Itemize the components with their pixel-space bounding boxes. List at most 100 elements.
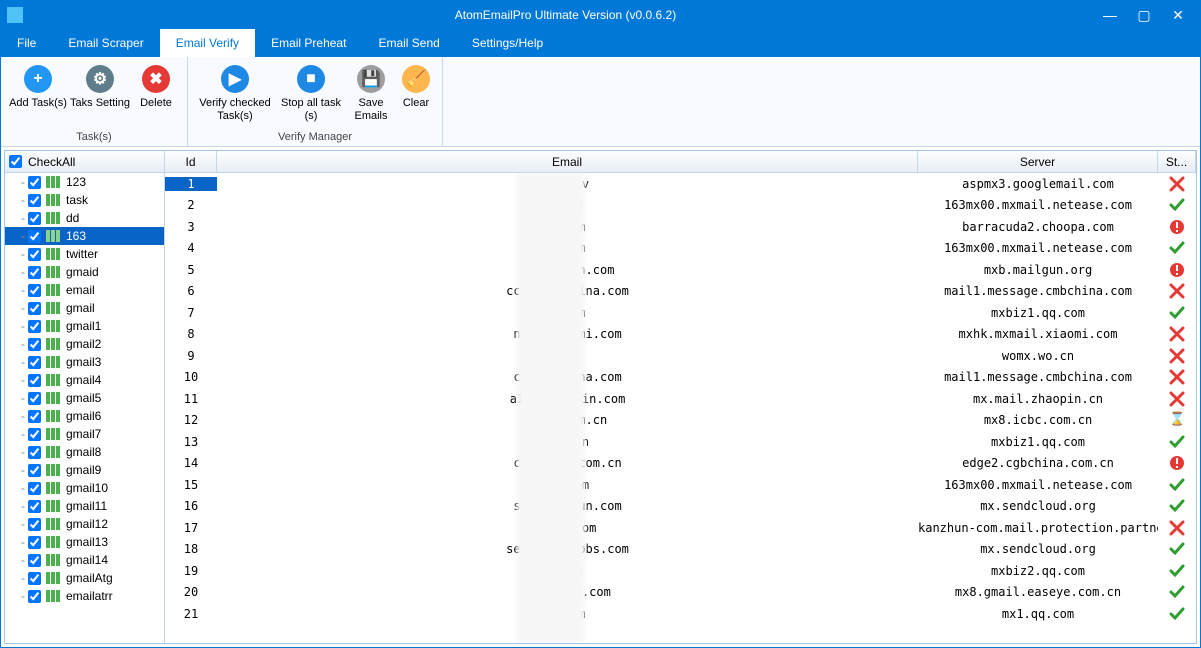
table-row[interactable]: 8nore xiaomi.commxhk.mxmail.xiaomi.com — [165, 324, 1196, 346]
ribbon-stop-all-task-s-[interactable]: ■Stop all task (s) — [276, 61, 346, 129]
table-row[interactable]: 4i.com163mx00.mxmail.netease.com — [165, 238, 1196, 260]
tree-checkbox[interactable] — [28, 500, 41, 513]
col-server[interactable]: Server — [918, 151, 1158, 172]
tree-item-gmail13[interactable]: -gmail13 — [5, 533, 164, 551]
table-row[interactable]: 20ser agou.commx8.gmail.easeye.com.cn — [165, 582, 1196, 604]
tree-checkbox[interactable] — [28, 464, 41, 477]
close-button[interactable]: ✕ — [1168, 7, 1188, 24]
table-row[interactable]: 6ccsvc mbchina.commail1.message.cmbchina… — [165, 281, 1196, 303]
table-row[interactable]: 13ing.cnmxbiz1.qq.com — [165, 431, 1196, 453]
tree-checkbox[interactable] — [28, 356, 41, 369]
table-row[interactable]: 21q.commx1.qq.com — [165, 603, 1196, 625]
cell-server: edge2.cgbchina.com.cn — [918, 456, 1158, 470]
ribbon-delete[interactable]: ✖Delete — [131, 61, 181, 129]
tree-item-gmail[interactable]: -gmail — [5, 299, 164, 317]
table-row[interactable]: 12we c.com.cnmx8.icbc.com.cn⌛ — [165, 410, 1196, 432]
tree-item-gmail4[interactable]: -gmail4 — [5, 371, 164, 389]
tree-item-gmaid[interactable]: -gmaid — [5, 263, 164, 281]
tree-checkbox[interactable] — [28, 410, 41, 423]
tree-item-dd[interactable]: -dd — [5, 209, 164, 227]
tree-checkbox[interactable] — [28, 266, 41, 279]
tree-checkbox[interactable] — [28, 248, 41, 261]
table-row[interactable]: 5pos upyun.commxb.mailgun.org — [165, 259, 1196, 281]
task-tree[interactable]: CheckAll -123-task-dd-163-twitter-gmaid-… — [5, 151, 165, 643]
menu-file[interactable]: File — [1, 29, 52, 57]
ribbon-add-task-s-[interactable]: +Add Task(s) — [7, 61, 69, 129]
tree-checkbox[interactable] — [28, 230, 41, 243]
table-row[interactable]: 1563.com163mx00.mxmail.netease.com — [165, 474, 1196, 496]
tree-checkbox[interactable] — [28, 374, 41, 387]
ribbon-save-emails[interactable]: 💾Save Emails — [346, 61, 396, 129]
tree-item-emailatrr[interactable]: -emailatrr — [5, 587, 164, 605]
tree-checkbox[interactable] — [28, 428, 41, 441]
ribbon-group-title: Task(s) — [7, 129, 181, 146]
tree-item-gmail12[interactable]: -gmail12 — [5, 515, 164, 533]
tree-item-email[interactable]: -email — [5, 281, 164, 299]
tree-item-163[interactable]: -163 — [5, 227, 164, 245]
table-row[interactable]: 11a1.s zhaopin.commx.mail.zhaopin.cn — [165, 388, 1196, 410]
table-row[interactable]: 17s un.comkanzhun-com.mail.protection.pa… — [165, 517, 1196, 539]
tree-label: gmail9 — [66, 463, 101, 477]
tree-item-gmail1[interactable]: -gmail1 — [5, 317, 164, 335]
tree-checkbox[interactable] — [28, 338, 41, 351]
tree-checkbox[interactable] — [28, 284, 41, 297]
tree-item-gmail9[interactable]: -gmail9 — [5, 461, 164, 479]
tree-checkbox[interactable] — [28, 446, 41, 459]
cell-server: barracuda2.choopa.com — [918, 220, 1158, 234]
tree-item-gmail3[interactable]: -gmail3 — [5, 353, 164, 371]
tree-item-gmail2[interactable]: -gmail2 — [5, 335, 164, 353]
table-row[interactable]: 14cred ina.com.cnedge2.cgbchina.com.cn — [165, 453, 1196, 475]
table-row[interactable]: 9.cnwomx.wo.cn — [165, 345, 1196, 367]
grid-body[interactable]: 1tch.tvaspmx3.googlemail.com2.com163mx00… — [165, 173, 1196, 643]
menu-email-verify[interactable]: Email Verify — [160, 29, 255, 57]
tree-checkbox[interactable] — [28, 536, 41, 549]
tree-item-gmail5[interactable]: -gmail5 — [5, 389, 164, 407]
tree-checkbox[interactable] — [28, 518, 41, 531]
maximize-button[interactable]: ▢ — [1134, 7, 1154, 24]
table-row[interactable]: 3r.combarracuda2.choopa.com — [165, 216, 1196, 238]
table-row[interactable]: 1tch.tvaspmx3.googlemail.com — [165, 173, 1196, 195]
table-row[interactable]: 19.commxbiz2.qq.com — [165, 560, 1196, 582]
col-email[interactable]: Email — [217, 151, 918, 172]
checkall-checkbox[interactable] — [9, 155, 22, 168]
cell-id: 7 — [165, 306, 217, 320]
menu-settings-help[interactable]: Settings/Help — [456, 29, 559, 57]
menu-email-send[interactable]: Email Send — [362, 29, 455, 57]
tree-item-gmail14[interactable]: -gmail14 — [5, 551, 164, 569]
status-warn-icon — [1169, 455, 1185, 471]
table-row[interactable]: 7o.commxbiz1.qq.com — [165, 302, 1196, 324]
tree-checkbox[interactable] — [28, 590, 41, 603]
tree-checkbox[interactable] — [28, 176, 41, 189]
tree-item-123[interactable]: -123 — [5, 173, 164, 191]
ribbon-verify-checked-task-s-[interactable]: ▶Verify checked Task(s) — [194, 61, 276, 129]
tree-checkbox[interactable] — [28, 212, 41, 225]
tree-checkbox[interactable] — [28, 572, 41, 585]
minimize-button[interactable]: — — [1100, 7, 1120, 24]
tree-item-gmail10[interactable]: -gmail10 — [5, 479, 164, 497]
tree-item-task[interactable]: -task — [5, 191, 164, 209]
tree-header[interactable]: CheckAll — [5, 151, 164, 173]
tree-item-twitter[interactable]: -twitter — [5, 245, 164, 263]
menu-email-preheat[interactable]: Email Preheat — [255, 29, 362, 57]
tree-checkbox[interactable] — [28, 194, 41, 207]
col-id[interactable]: Id — [165, 151, 217, 172]
table-row[interactable]: 10ccsv bchina.commail1.message.cmbchina.… — [165, 367, 1196, 389]
tree-checkbox[interactable] — [28, 554, 41, 567]
table-row[interactable]: 2.com163mx00.mxmail.netease.com — [165, 195, 1196, 217]
status-ok-icon — [1169, 584, 1185, 600]
table-row[interactable]: 16supp anzhun.commx.sendcloud.org — [165, 496, 1196, 518]
tree-item-gmail11[interactable]: -gmail11 — [5, 497, 164, 515]
tree-item-gmail8[interactable]: -gmail8 — [5, 443, 164, 461]
ribbon-clear[interactable]: 🧹Clear — [396, 61, 436, 129]
ribbon-taks-setting[interactable]: ⚙Taks Setting — [69, 61, 131, 129]
tree-item-gmail7[interactable]: -gmail7 — [5, 425, 164, 443]
col-status[interactable]: St... — [1158, 151, 1196, 172]
table-row[interactable]: 18servi goujobs.commx.sendcloud.org — [165, 539, 1196, 561]
tree-checkbox[interactable] — [28, 302, 41, 315]
menu-email-scraper[interactable]: Email Scraper — [52, 29, 159, 57]
tree-item-gmail6[interactable]: -gmail6 — [5, 407, 164, 425]
tree-checkbox[interactable] — [28, 320, 41, 333]
tree-checkbox[interactable] — [28, 392, 41, 405]
tree-item-gmailAtg[interactable]: -gmailAtg — [5, 569, 164, 587]
tree-checkbox[interactable] — [28, 482, 41, 495]
